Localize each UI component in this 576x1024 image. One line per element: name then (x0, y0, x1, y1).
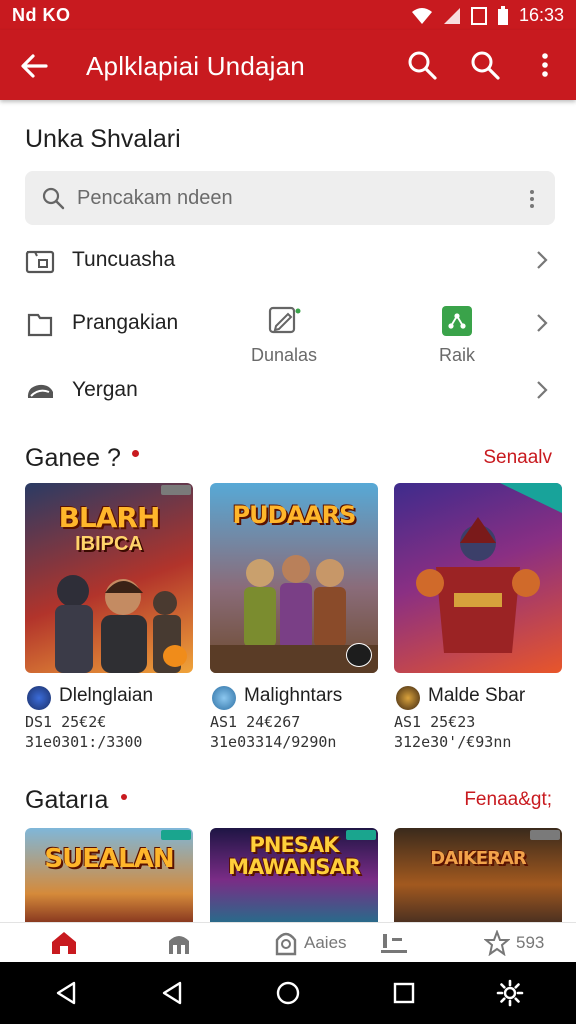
cloud-icon (27, 384, 53, 398)
back-triangle-icon[interactable] (52, 979, 80, 1007)
list-item-label: Prangakian (72, 311, 179, 334)
bottom-navigation: Aaies 593 (0, 922, 576, 963)
clock: 16:33 (518, 5, 564, 25)
battery-icon (497, 5, 508, 25)
nav-home[interactable] (50, 929, 78, 957)
status-bar: Nd KO 16:33 (0, 0, 576, 30)
cover-title: DAIKERAR (430, 848, 526, 869)
see-all-link[interactable]: Senaalv (483, 447, 552, 469)
chevron-right-icon (537, 251, 548, 269)
list-item-tuncuasha[interactable]: Tuncuasha (0, 236, 576, 286)
edit-icon (268, 306, 301, 334)
search-icon-secondary[interactable] (469, 49, 501, 81)
search-input[interactable]: Pencakam ndeen (77, 187, 233, 210)
nav-label: Aaies (304, 933, 347, 952)
cover-title: PUDAARS (232, 501, 357, 529)
game-meta: AS1 24€267 (210, 713, 301, 731)
game-name: Dlelnglaian (59, 685, 154, 706)
new-dot-icon (131, 450, 139, 457)
cover-rating-badge (346, 643, 372, 667)
game-cover[interactable]: BLARH IBIPCA (25, 483, 193, 673)
settings-gear-icon[interactable] (496, 979, 524, 1007)
game-meta-secondary: 31e0301:/3300 (25, 733, 143, 751)
star-icon (484, 930, 510, 956)
game-name: Malde Sbar (428, 685, 526, 706)
new-dot-icon (121, 794, 128, 800)
library-icon (381, 934, 407, 953)
home-icon (52, 932, 76, 954)
sim-icon (470, 6, 487, 25)
cover-badge (161, 485, 191, 495)
status-icons: 16:33 (411, 5, 564, 26)
apps-icon (169, 936, 189, 954)
see-all-link[interactable]: Fenaa&gt; (464, 789, 552, 811)
quick-action-dunalas[interactable]: Dunalas (244, 305, 324, 366)
recents-square-icon[interactable] (390, 979, 418, 1007)
search-icon (42, 187, 65, 210)
cover-badge (161, 830, 191, 840)
chevron-right-icon (537, 381, 548, 399)
game-cover[interactable]: PUDAARS (210, 483, 378, 673)
folder-image-icon (25, 250, 55, 274)
nav-library[interactable] (380, 929, 408, 957)
home-circle-icon[interactable] (274, 979, 302, 1007)
game-meta: DS1 25€2€ (25, 713, 107, 731)
section-title-text: Gatarıa (25, 786, 109, 814)
search-icon[interactable] (406, 49, 438, 81)
nav-apps[interactable] (166, 929, 192, 957)
developer-avatar (27, 686, 51, 710)
back-arrow-icon[interactable] (18, 50, 50, 82)
wifi-icon (411, 7, 432, 24)
system-navigation-bar (0, 962, 576, 1024)
developer-avatar (212, 686, 236, 710)
section-title-games: Ganee ? (25, 444, 139, 473)
quick-action-raik[interactable]: Raik (417, 305, 497, 366)
nav-label: 593 (516, 933, 545, 952)
developer-avatar (396, 686, 420, 710)
cover-title: SUEALAN (44, 844, 174, 874)
cover-art-hero (416, 517, 540, 653)
game-name: Malighntars (244, 685, 343, 706)
nav-rewards[interactable]: 593 (484, 929, 544, 957)
nav-games[interactable]: Aaies (274, 929, 347, 957)
game-meta-secondary: 31e03314/9290n (210, 733, 337, 751)
list-item-yergan[interactable]: Yergan (0, 366, 576, 416)
cover-title: PNESAK MAWANSAR (228, 833, 361, 879)
more-vert-icon[interactable] (529, 49, 561, 81)
search-box[interactable]: Pencakam ndeen (25, 171, 555, 225)
cover-rating-badge (163, 645, 187, 667)
page-title: Unka Shvalari (25, 125, 181, 153)
share-icon (442, 306, 472, 336)
section-title-featured: Gatarıa (25, 786, 128, 815)
more-vert-icon[interactable] (527, 188, 537, 210)
signal-icon (443, 7, 460, 24)
app-title: Aplklapiai Undajan (86, 51, 305, 81)
cover-badge (530, 830, 560, 840)
back-triangle-icon[interactable] (158, 979, 186, 1007)
quick-action-label: Raik (438, 345, 475, 365)
game-cover[interactable]: PNESAK MAWANSAR (210, 828, 378, 922)
chevron-right-icon (537, 314, 548, 332)
cover-title: BLARH (58, 501, 161, 534)
game-cover[interactable] (394, 483, 562, 673)
quick-action-label: Dunalas (250, 345, 318, 365)
carrier-text: Nd KO (12, 5, 71, 25)
list-item-label: Tuncuasha (72, 248, 176, 271)
list-item-label: Yergan (72, 378, 138, 401)
game-meta: AS1 25€23 (394, 713, 476, 731)
game-cover[interactable]: SUEALAN (25, 828, 193, 922)
game-cover[interactable]: DAIKERAR (394, 828, 562, 922)
app-bar: Aplklapiai Undajan (0, 30, 576, 100)
section-title-text: Ganee ? (25, 444, 121, 472)
games-icon (275, 932, 297, 956)
game-meta-secondary: 312e30'/€93nn (394, 733, 512, 751)
folder-icon (27, 313, 53, 337)
